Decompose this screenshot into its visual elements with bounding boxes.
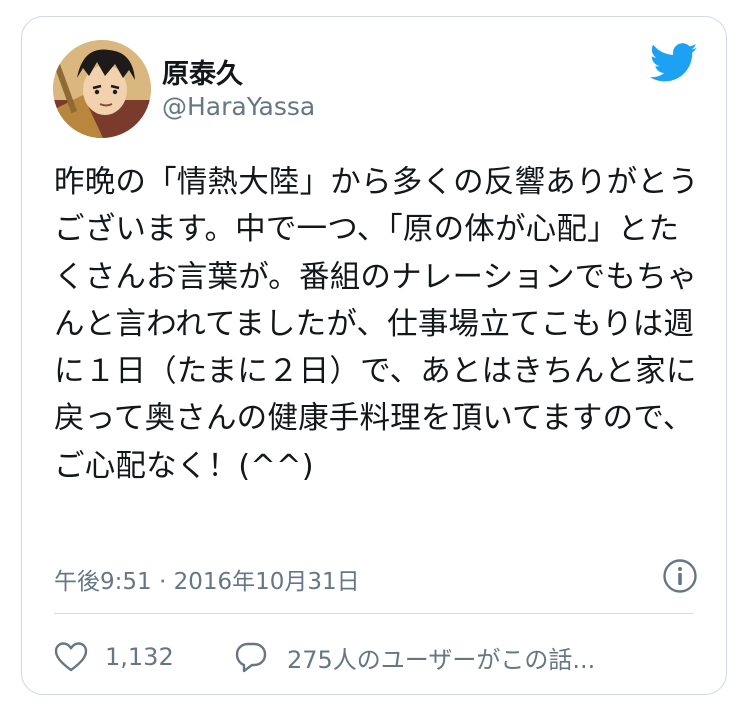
like-button[interactable]: 1,132: [54, 639, 174, 675]
avatar[interactable]: [53, 40, 151, 138]
conversation-label: 275人のユーザーがこの話...: [287, 645, 596, 674]
user-handle[interactable]: @HaraYassa: [162, 92, 315, 121]
tweet-text: 昨晩の「情熱大陸」から多くの反響ありがとうございます。中で一つ、「原の体が心配」…: [54, 165, 699, 484]
like-count: 1,132: [105, 643, 174, 671]
display-name[interactable]: 原泰久: [162, 52, 243, 91]
twitter-bird-icon[interactable]: [650, 43, 698, 83]
divider: [54, 613, 694, 614]
info-icon[interactable]: [662, 558, 698, 594]
tweet-timestamp[interactable]: 午後9:51 · 2016年10月31日: [54, 562, 360, 596]
conversation-button[interactable]: 275人のユーザーがこの話...: [234, 639, 595, 675]
speech-bubble-icon: [235, 642, 267, 673]
tweet-card: 原泰久 @HaraYassa 昨晩の「情熱大陸」から多くの反響ありがとうございま…: [21, 16, 727, 695]
heart-icon: [54, 642, 88, 672]
